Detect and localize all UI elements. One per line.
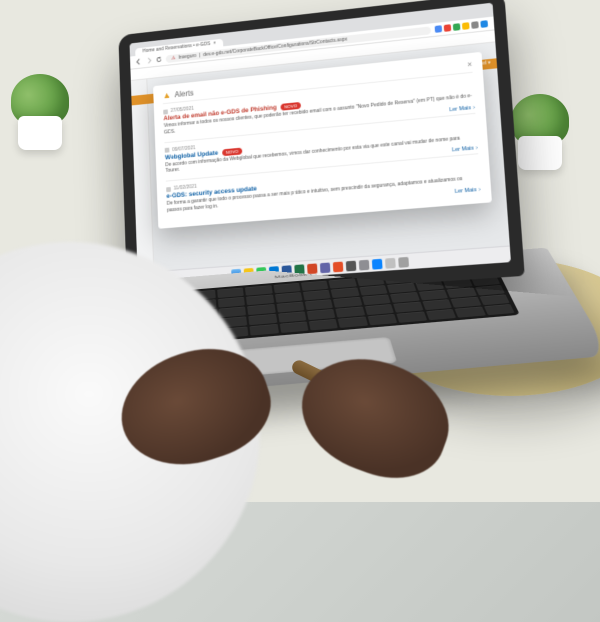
- read-more-link[interactable]: Ler Mais: [455, 186, 481, 194]
- ext-icon[interactable]: [480, 20, 488, 28]
- read-more-link[interactable]: Ler Mais: [449, 104, 475, 112]
- laptop-screen-frame: Home and Reservations • e-GDS × ⚠ Insegu…: [118, 0, 524, 302]
- modal-title: Alerts: [174, 88, 193, 99]
- read-more-link[interactable]: Ler Mais: [452, 145, 478, 153]
- reload-icon[interactable]: [156, 56, 163, 63]
- dock-safari-icon[interactable]: [371, 258, 382, 269]
- dock-app-icon[interactable]: [384, 257, 395, 268]
- url-text: dev.e-gds.net/CorporateBackOffice/Config…: [203, 36, 347, 57]
- alerts-modal: ▲ Alerts × 27/05/2021 Alerta de email nã…: [153, 52, 492, 228]
- ext-icon[interactable]: [471, 21, 479, 29]
- dock-trash-icon[interactable]: [398, 256, 409, 267]
- close-icon[interactable]: ×: [467, 59, 472, 68]
- alert-title: Webglobal Update: [165, 149, 218, 161]
- laptop-screen: Home and Reservations • e-GDS × ⚠ Insegu…: [130, 3, 511, 288]
- warning-icon: ▲: [162, 90, 171, 100]
- forward-icon[interactable]: [146, 57, 153, 64]
- close-tab-icon[interactable]: ×: [213, 40, 216, 46]
- app-sidebar: [131, 79, 154, 272]
- new-badge: NOVO: [280, 102, 301, 111]
- back-icon[interactable]: [136, 58, 143, 65]
- dock-powerpoint-icon[interactable]: [307, 263, 317, 274]
- dock-app-icon[interactable]: [345, 260, 356, 271]
- dock-settings-icon[interactable]: [358, 259, 369, 270]
- plant-left: [10, 70, 70, 150]
- ext-icon[interactable]: [444, 24, 452, 32]
- ext-icon[interactable]: [435, 25, 443, 33]
- browser-tab[interactable]: Home and Reservations • e-GDS ×: [135, 39, 223, 56]
- app-viewport: Seleccionar hotel ▾ ▲ Alerts × 27/05/202…: [130, 30, 509, 272]
- ext-icon[interactable]: [462, 22, 470, 30]
- url-security-label: Inseguro: [178, 53, 196, 61]
- alert-title: e-GDS: security access update: [166, 185, 257, 199]
- alert-title: Alerta de email não e-GDS de Phishing: [163, 104, 276, 122]
- dock-teams-icon[interactable]: [319, 262, 329, 273]
- insecure-icon: ⚠: [171, 55, 175, 61]
- new-badge: NOVO: [222, 147, 243, 156]
- ext-icon[interactable]: [453, 23, 461, 31]
- dock-app-icon[interactable]: [332, 261, 343, 272]
- dock-excel-icon[interactable]: [294, 264, 304, 275]
- tab-title: Home and Reservations • e-GDS: [142, 41, 210, 54]
